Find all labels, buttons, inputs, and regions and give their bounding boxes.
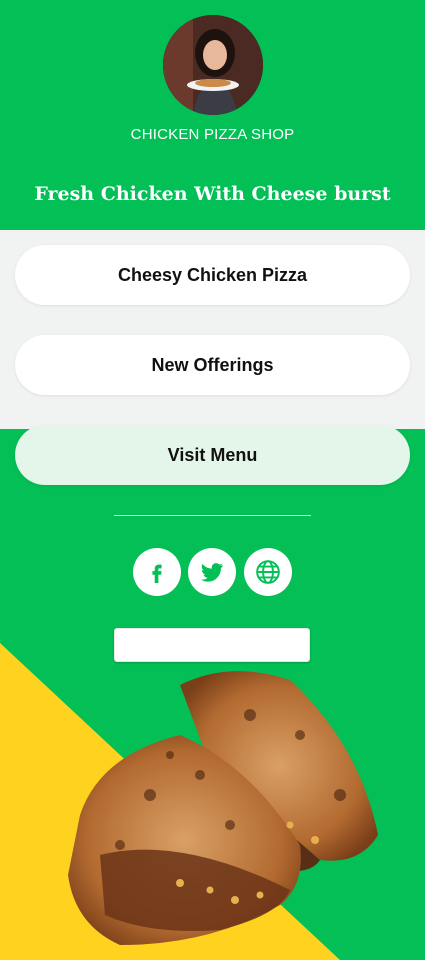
link-button-label: Cheesy Chicken Pizza (117, 264, 308, 285)
link-button-label: Visit Menu (167, 444, 258, 465)
facebook-button[interactable] (133, 548, 181, 596)
twitter-button[interactable] (188, 548, 236, 596)
link-button-new-offerings[interactable]: New Offerings (15, 335, 410, 395)
avatar (163, 15, 263, 115)
shop-name: CHICKEN PIZZA SHOP (130, 126, 295, 143)
twitter-icon (201, 563, 223, 582)
divider (114, 515, 311, 516)
facebook-icon (152, 564, 162, 583)
globe-icon (256, 560, 280, 584)
link-button-label: New Offerings (151, 354, 274, 375)
link-button-cheesy-chicken-pizza[interactable]: Cheesy Chicken Pizza (15, 245, 410, 305)
tagline: Fresh Chicken With Cheese burst (34, 183, 391, 205)
link-button-visit-menu[interactable]: Visit Menu (15, 425, 410, 485)
quesadilla-image (68, 671, 378, 945)
website-button[interactable] (244, 548, 292, 596)
